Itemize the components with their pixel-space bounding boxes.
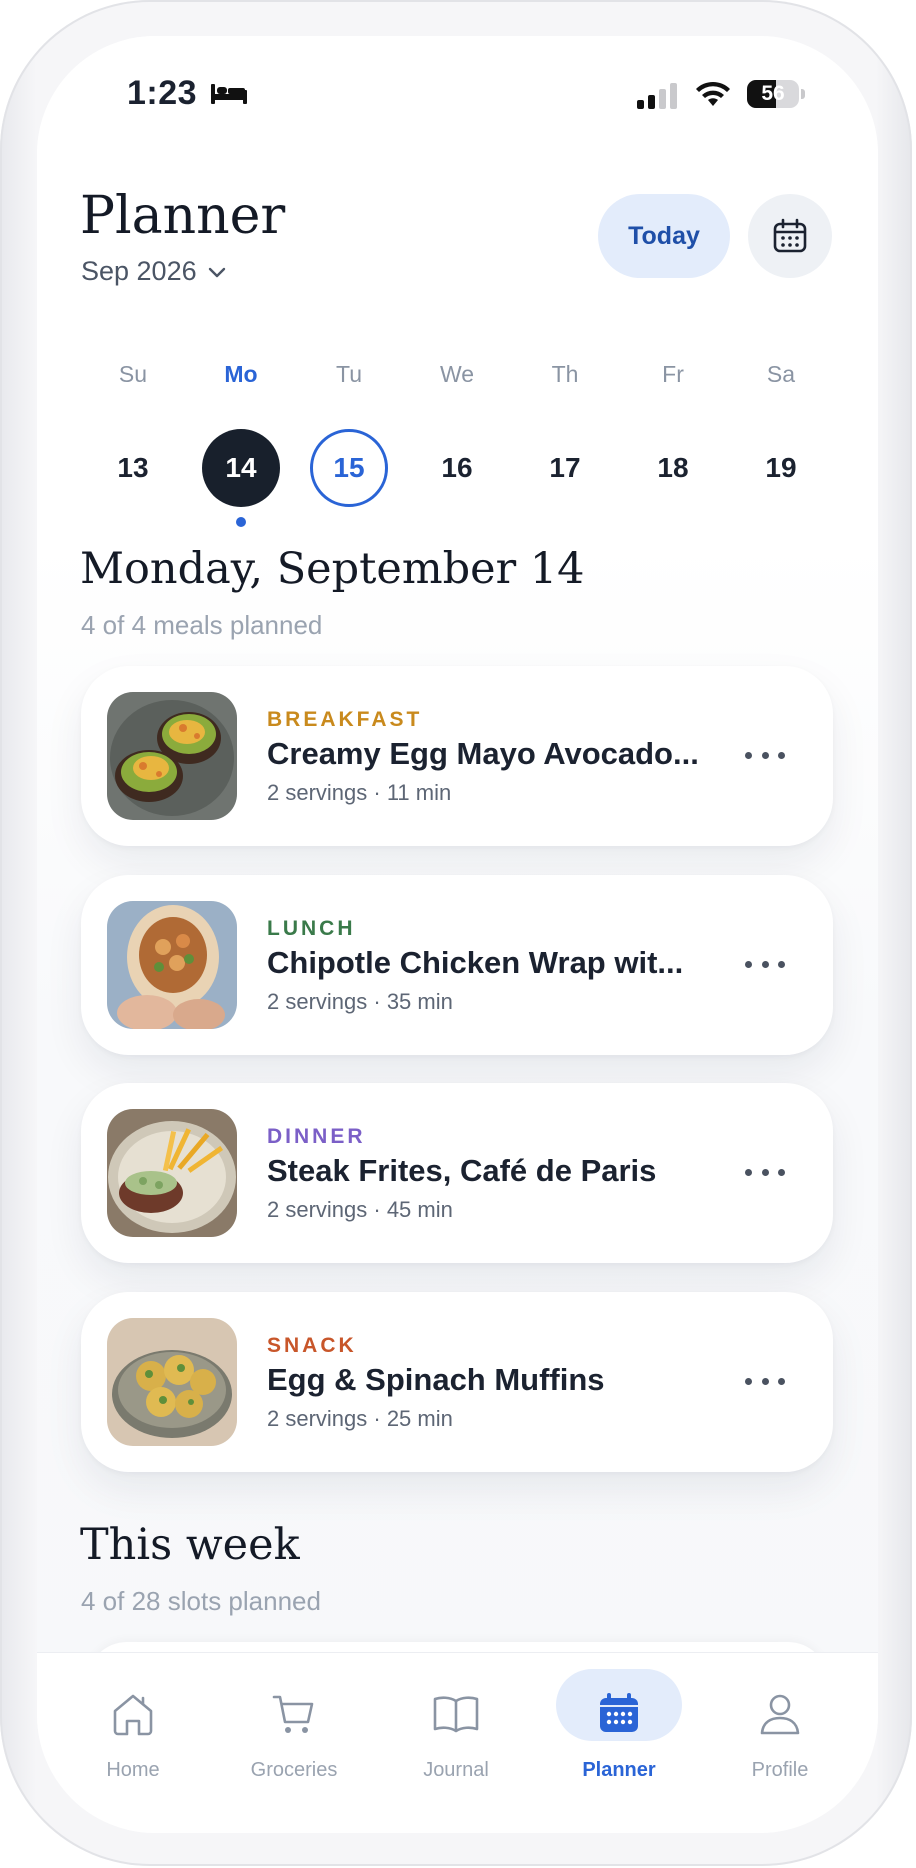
more-options-icon[interactable] [745, 949, 785, 979]
page-title: Planner [80, 186, 286, 246]
meal-thumbnail [107, 901, 237, 1029]
month-label: Sep 2026 [81, 256, 197, 286]
battery-level: 56 [761, 82, 785, 105]
selected-day-number: 14 [202, 429, 280, 507]
meal-meta: 2 servings · 35 min [267, 989, 453, 1014]
day-number: 16 [441, 452, 473, 483]
day-sunday[interactable]: Su 13 [79, 354, 187, 507]
tab-label: Journal [423, 1759, 489, 1781]
week-strip: Su 13 Mo 14 Tu 15 We 16 Th 17 Fr 18 Sa 1… [79, 354, 836, 534]
wifi-icon [696, 81, 730, 106]
home-icon [113, 1694, 153, 1736]
meal-card-lunch[interactable]: LUNCH Chipotle Chicken Wrap wit... 2 ser… [81, 875, 833, 1055]
day-number: 18 [657, 452, 689, 483]
day-name: Mo [224, 361, 258, 387]
tab-label: Groceries [250, 1759, 338, 1781]
signal-icon [637, 83, 677, 109]
day-tuesday[interactable]: Tu 15 [295, 354, 403, 507]
meal-name: Chipotle Chicken Wrap wit... [267, 945, 684, 980]
meal-meta: 2 servings · 11 min [267, 780, 452, 805]
chevron-down-icon [208, 267, 225, 277]
book-icon [433, 1696, 479, 1733]
tab-label: Profile [751, 1759, 809, 1781]
today-button[interactable]: Today [598, 194, 730, 278]
tab-bar: Home Groceries Journal Planner Profile [37, 1652, 878, 1833]
meal-card-breakfast[interactable]: BREAKFAST Creamy Egg Mayo Avocado... 2 s… [81, 666, 833, 846]
screen: 1:23 56 Planner Sep 2026 Today Su 13 Mo … [37, 36, 878, 1833]
day-number: 19 [765, 452, 797, 483]
meal-type-label: SNACK [267, 1334, 357, 1357]
meal-thumbnail [107, 692, 237, 820]
day-name: Th [551, 361, 579, 387]
month-selector[interactable]: Sep 2026 [81, 256, 227, 287]
day-number: 17 [549, 452, 581, 483]
day-number: 13 [117, 452, 149, 483]
more-options-icon[interactable] [745, 740, 785, 770]
cart-icon [272, 1695, 314, 1733]
meal-card-dinner[interactable]: DINNER Steak Frites, Café de Paris 2 ser… [81, 1083, 833, 1263]
meal-card-snack[interactable]: SNACK Egg & Spinach Muffins 2 servings ·… [81, 1292, 833, 1472]
tab-label: Home [106, 1759, 160, 1781]
tab-journal[interactable]: Journal [381, 1653, 531, 1833]
day-friday[interactable]: Fr 18 [619, 354, 727, 507]
more-options-icon[interactable] [745, 1157, 785, 1187]
meal-name: Steak Frites, Café de Paris [267, 1153, 657, 1188]
day-name: Su [118, 361, 148, 387]
tab-label: Planner [582, 1759, 656, 1781]
day-wednesday[interactable]: We 16 [403, 354, 511, 507]
day-heading: Monday, September 14 [80, 544, 585, 594]
meal-meta: 2 servings · 45 min [267, 1197, 453, 1222]
meal-name: Creamy Egg Mayo Avocado... [267, 736, 699, 771]
day-thursday[interactable]: Th 17 [511, 354, 619, 507]
day-monday[interactable]: Mo 14 [187, 354, 295, 527]
tab-planner[interactable]: Planner [544, 1653, 694, 1833]
day-name: Fr [662, 361, 684, 387]
tab-profile[interactable]: Profile [705, 1653, 855, 1833]
day-subtitle: 4 of 4 meals planned [81, 610, 323, 640]
status-time: 1:23 [127, 74, 198, 112]
calendar-icon [773, 218, 807, 253]
day-name: Sa [766, 361, 796, 387]
tab-groceries[interactable]: Groceries [219, 1653, 369, 1833]
today-day-number: 15 [310, 429, 388, 507]
battery-icon: 56 [747, 80, 805, 108]
tab-home[interactable]: Home [58, 1653, 208, 1833]
meal-thumbnail [107, 1109, 237, 1237]
person-icon [760, 1694, 800, 1735]
meal-type-label: DINNER [267, 1125, 366, 1148]
meal-meta: 2 servings · 25 min [267, 1406, 453, 1431]
day-name: Tu [336, 361, 362, 387]
day-name: We [439, 361, 475, 387]
meal-thumbnail [107, 1318, 237, 1446]
planned-dot [236, 517, 246, 527]
week-subtitle: 4 of 28 slots planned [81, 1586, 321, 1616]
meal-type-label: LUNCH [267, 917, 356, 940]
day-saturday[interactable]: Sa 19 [727, 354, 835, 507]
status-bar: 1:23 56 [37, 36, 878, 156]
week-heading: This week [80, 1520, 300, 1570]
meal-type-label: BREAKFAST [267, 708, 423, 731]
more-options-icon[interactable] [745, 1366, 785, 1396]
calendar-icon [600, 1693, 638, 1732]
calendar-button[interactable] [748, 194, 832, 278]
bed-icon [211, 84, 247, 104]
meal-name: Egg & Spinach Muffins [267, 1362, 605, 1397]
